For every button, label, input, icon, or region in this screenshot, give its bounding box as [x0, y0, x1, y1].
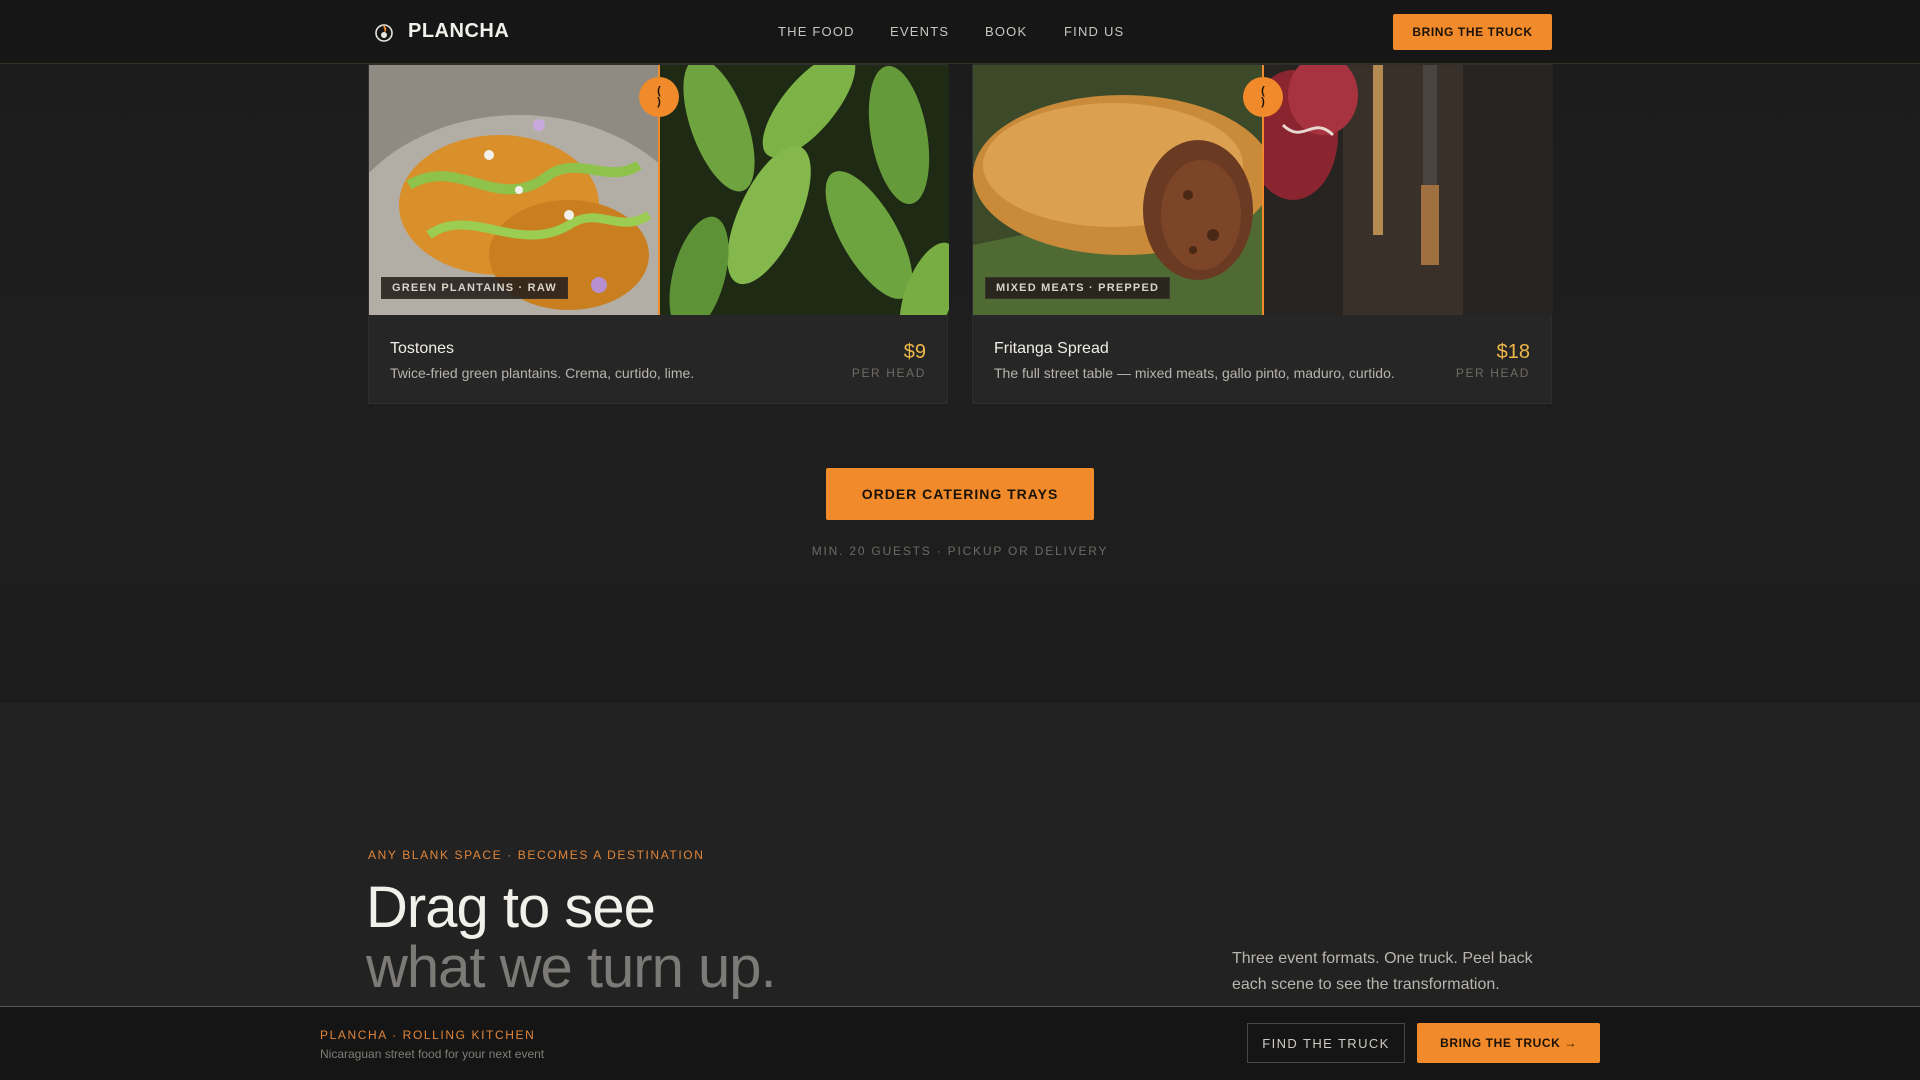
- before-after-image-slider[interactable]: () GREEN PLANTAINS · RAW: [369, 65, 949, 315]
- menu-item-description: Twice-fried green plantains. Crema, curt…: [390, 365, 695, 381]
- footer-tagline: Nicaraguan street food for your next eve…: [320, 1047, 545, 1061]
- bring-the-truck-button[interactable]: BRING THE TRUCK: [1393, 14, 1552, 50]
- compare-slider-handle-icon[interactable]: (): [639, 77, 679, 117]
- catering-note: MIN. 20 GUESTS · PICKUP OR DELIVERY: [811, 544, 1109, 558]
- menu-item-name: Tostones: [390, 340, 455, 357]
- image-tag-label: MIXED MEATS · PREPPED: [985, 277, 1171, 299]
- menu-item-price-unit: PER HEAD: [1455, 366, 1530, 380]
- nav-link-events[interactable]: EVENTS: [890, 24, 949, 39]
- section-eyebrow: ANY BLANK SPACE · BECOMES A DESTINATION: [368, 848, 705, 862]
- section-description: Three event formats. One truck. Peel bac…: [1232, 950, 1533, 993]
- section-headline: Drag to see: [366, 875, 656, 940]
- raw-meats-image: [1248, 65, 1553, 315]
- nav-link-the-food[interactable]: THE FOOD: [778, 24, 855, 39]
- order-catering-trays-button[interactable]: ORDER CATERING TRAYS: [826, 468, 1094, 520]
- footer-brand: PLANCHA · ROLLING KITCHEN: [320, 1028, 536, 1042]
- catering-menu-section: [0, 0, 1920, 703]
- menu-item-price: $9: [903, 341, 926, 363]
- menu-item-description: The full street table — mixed meats, gal…: [994, 365, 1395, 381]
- find-the-truck-button[interactable]: FIND THE TRUCK: [1247, 1023, 1405, 1063]
- menu-item-price-unit: PER HEAD: [851, 366, 926, 380]
- before-after-image-slider[interactable]: () MIXED MEATS · PREPPED: [973, 65, 1553, 315]
- site-header: PLANCHA THE FOOD EVENTS BOOK FIND US BRI…: [0, 0, 1920, 64]
- raw-plantains-image: [659, 65, 949, 315]
- menu-card-fritanga: () MIXED MEATS · PREPPED Fritanga Spread…: [972, 64, 1553, 404]
- menu-item-name: Fritanga Spread: [994, 340, 1109, 357]
- image-tag-label: GREEN PLANTAINS · RAW: [381, 277, 568, 299]
- compare-slider-handle-icon[interactable]: (): [1243, 77, 1283, 117]
- menu-card-tostones: () GREEN PLANTAINS · RAW Tostones Twice-…: [368, 64, 949, 404]
- section-headline-muted: what we turn up.: [366, 935, 777, 1000]
- main-nav: THE FOOD EVENTS BOOK FIND US: [0, 24, 1920, 40]
- bring-the-truck-footer-button[interactable]: BRING THE TRUCK →: [1417, 1023, 1600, 1063]
- nav-link-find-us[interactable]: FIND US: [1064, 24, 1124, 39]
- nav-link-book[interactable]: BOOK: [985, 24, 1027, 39]
- menu-item-price: $18: [1496, 341, 1530, 363]
- sticky-footer-bar: PLANCHA · ROLLING KITCHEN Nicaraguan str…: [0, 1006, 1920, 1080]
